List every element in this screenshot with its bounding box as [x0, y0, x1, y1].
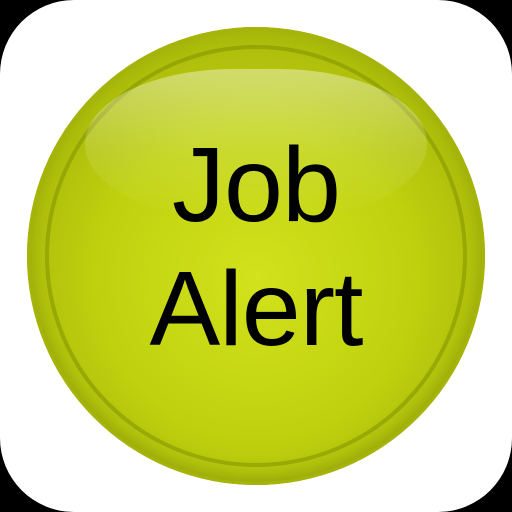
job-alert-app-icon[interactable]: Job Alert — [0, 0, 512, 512]
label-line-job: Job — [172, 126, 341, 244]
job-alert-label: Job Alert — [27, 123, 485, 371]
job-alert-button[interactable]: Job Alert — [27, 27, 485, 485]
label-line-alert: Alert — [149, 250, 364, 368]
